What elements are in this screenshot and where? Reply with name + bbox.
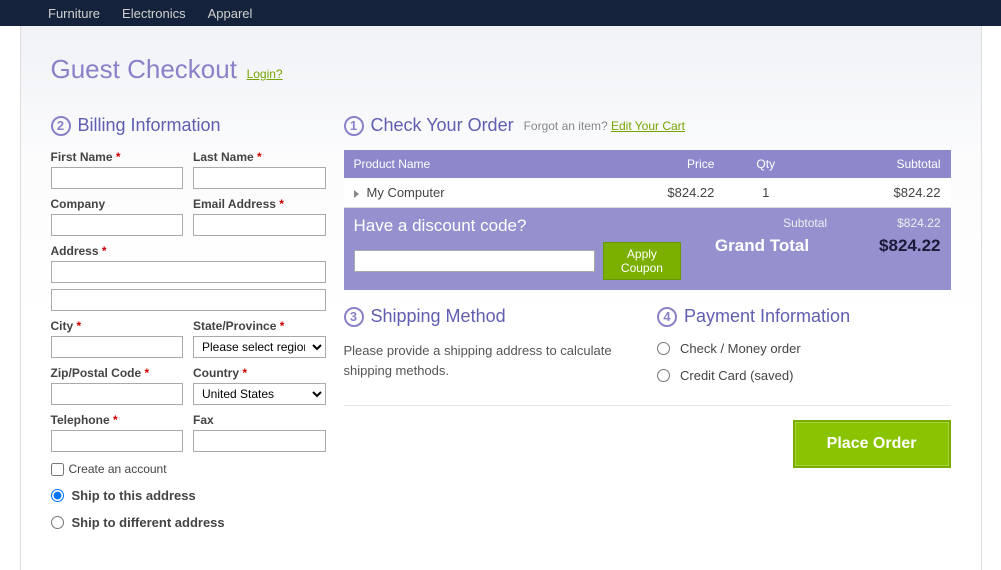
city-input[interactable] <box>51 336 184 358</box>
label-city: City * <box>51 319 184 333</box>
discount-prompt: Have a discount code? <box>354 216 681 236</box>
grand-total-value: $824.22 <box>879 236 940 256</box>
step-num-4: 4 <box>657 307 677 327</box>
country-select[interactable]: United States <box>193 383 326 405</box>
forgot-item-text: Forgot an item? Edit Your Cart <box>524 119 685 133</box>
label-last-name: Last Name * <box>193 150 326 164</box>
divider <box>344 405 951 406</box>
address1-input[interactable] <box>51 261 326 283</box>
payment-check-radio[interactable] <box>657 342 670 355</box>
order-title: Check Your Order <box>371 115 514 136</box>
label-address: Address * <box>51 244 326 258</box>
col-product: Product Name <box>344 150 582 178</box>
label-telephone: Telephone * <box>51 413 184 427</box>
payment-cc-radio[interactable] <box>657 369 670 382</box>
label-fax: Fax <box>193 413 326 427</box>
first-name-input[interactable] <box>51 167 184 189</box>
product-qty: 1 <box>724 178 807 208</box>
expand-icon[interactable] <box>354 190 359 198</box>
last-name-input[interactable] <box>193 167 326 189</box>
zip-input[interactable] <box>51 383 184 405</box>
shipping-message: Please provide a shipping address to cal… <box>344 341 638 380</box>
product-price: $824.22 <box>581 178 724 208</box>
label-state: State/Province * <box>193 319 326 333</box>
nav-electronics[interactable]: Electronics <box>122 6 186 21</box>
totals-bar: Have a discount code? Apply Coupon Subto… <box>344 208 951 290</box>
top-nav: Furniture Electronics Apparel <box>0 0 1001 26</box>
col-subtotal: Subtotal <box>807 150 950 178</box>
page-title: Guest Checkout <box>51 54 237 85</box>
label-zip: Zip/Postal Code * <box>51 366 184 380</box>
ship-here-radio[interactable] <box>51 489 64 502</box>
subtotal-label: Subtotal <box>783 216 827 230</box>
product-name: My Computer <box>367 185 445 200</box>
edit-cart-link[interactable]: Edit Your Cart <box>611 119 685 133</box>
table-row: My Computer $824.22 1 $824.22 <box>344 178 951 208</box>
order-table: Product Name Price Qty Subtotal My Compu… <box>344 150 951 208</box>
label-first-name: First Name * <box>51 150 184 164</box>
label-country: Country * <box>193 366 326 380</box>
payment-title: Payment Information <box>684 306 850 327</box>
email-input[interactable] <box>193 214 326 236</box>
step-num-2: 2 <box>51 116 71 136</box>
checkout-page: Guest Checkout Login? 2 Billing Informat… <box>20 26 982 570</box>
payment-check-label: Check / Money order <box>680 341 801 356</box>
fax-input[interactable] <box>193 430 326 452</box>
nav-furniture[interactable]: Furniture <box>48 6 100 21</box>
apply-coupon-button[interactable]: Apply Coupon <box>603 242 680 280</box>
ship-diff-radio[interactable] <box>51 516 64 529</box>
shipping-section: 3 Shipping Method Please provide a shipp… <box>344 306 638 383</box>
create-account-checkbox[interactable] <box>51 463 64 476</box>
subtotal-value: $824.22 <box>897 216 940 230</box>
col-price: Price <box>581 150 724 178</box>
ship-diff-label: Ship to different address <box>72 515 225 530</box>
state-select[interactable]: Please select region, state or province <box>193 336 326 358</box>
company-input[interactable] <box>51 214 184 236</box>
address2-input[interactable] <box>51 289 326 311</box>
shipping-title: Shipping Method <box>371 306 506 327</box>
place-order-button[interactable]: Place Order <box>793 420 951 468</box>
label-company: Company <box>51 197 184 211</box>
payment-section: 4 Payment Information Check / Money orde… <box>657 306 951 383</box>
login-link[interactable]: Login? <box>247 67 283 81</box>
grand-total-label: Grand Total <box>715 236 809 256</box>
ship-here-label: Ship to this address <box>72 488 196 503</box>
product-subtotal: $824.22 <box>807 178 950 208</box>
billing-section: 2 Billing Information First Name * Last … <box>51 115 326 530</box>
col-qty: Qty <box>724 150 807 178</box>
billing-title: Billing Information <box>78 115 221 136</box>
label-email: Email Address * <box>193 197 326 211</box>
telephone-input[interactable] <box>51 430 184 452</box>
nav-apparel[interactable]: Apparel <box>208 6 253 21</box>
step-num-1: 1 <box>344 116 364 136</box>
step-num-3: 3 <box>344 307 364 327</box>
payment-cc-label: Credit Card (saved) <box>680 368 793 383</box>
create-account-label: Create an account <box>69 462 167 476</box>
coupon-input[interactable] <box>354 250 596 272</box>
